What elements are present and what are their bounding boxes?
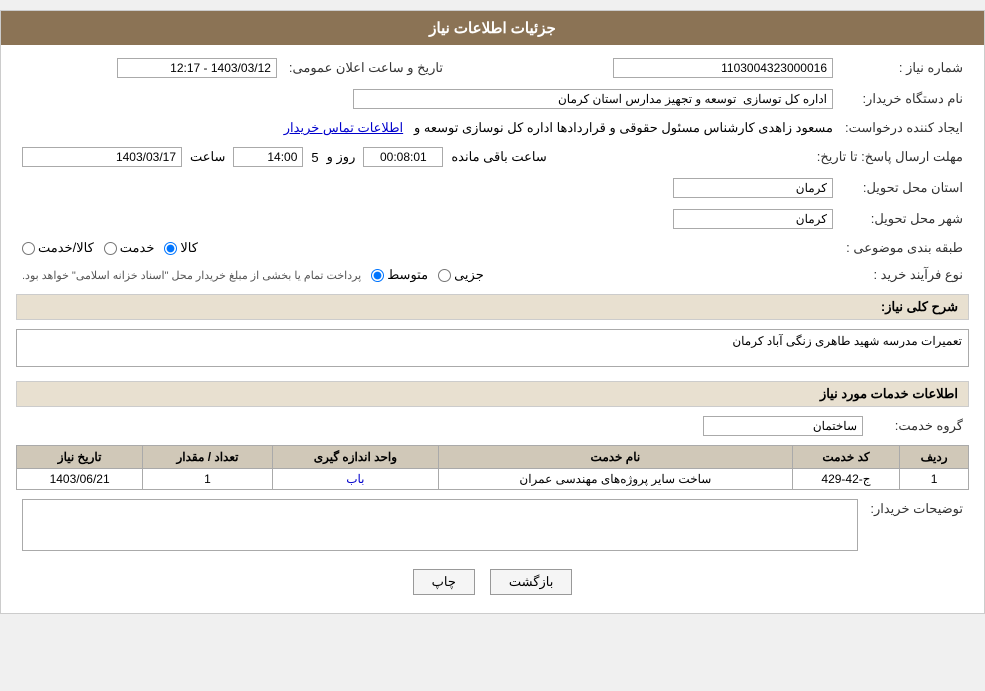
table-row: 1 ج-42-429 ساخت سایر پروژه‌های مهندسی عم… bbox=[17, 469, 969, 490]
deadline-remaining-label: ساعت باقی مانده bbox=[451, 149, 546, 165]
deadline-label: مهلت ارسال پاسخ: تا تاریخ: bbox=[811, 144, 969, 170]
category-label-kala-khedmat: کالا/خدمت bbox=[38, 240, 94, 256]
deadline-time-input[interactable] bbox=[233, 147, 303, 167]
deadline-remaining-input[interactable] bbox=[363, 147, 443, 167]
cell-quantity: 1 bbox=[143, 469, 273, 490]
process-radio-jozii[interactable] bbox=[438, 269, 451, 282]
cell-service-code: ج-42-429 bbox=[792, 469, 899, 490]
page-wrapper: جزئیات اطلاعات نیاز شماره نیاز : تاریخ و… bbox=[0, 10, 985, 614]
th-quantity: تعداد / مقدار bbox=[143, 446, 273, 469]
service-group-input[interactable] bbox=[703, 416, 863, 436]
description-textarea[interactable] bbox=[16, 329, 969, 367]
category-item-kala: کالا bbox=[164, 240, 198, 256]
process-label-jozii: جزیی bbox=[454, 267, 484, 283]
category-item-kala-khedmat: کالا/خدمت bbox=[22, 240, 94, 256]
buyer-org-input[interactable] bbox=[353, 89, 833, 109]
category-item-khedmat: خدمت bbox=[104, 240, 155, 256]
deadline-time-label: ساعت bbox=[190, 149, 225, 165]
th-service-name: نام خدمت bbox=[438, 446, 792, 469]
buttons-row: بازگشت چاپ bbox=[16, 569, 969, 595]
cell-date: 1403/06/21 bbox=[17, 469, 143, 490]
category-radio-kala-khedmat[interactable] bbox=[22, 242, 35, 255]
info-table-row6: شهر محل تحویل: bbox=[16, 206, 969, 232]
cell-service-name: ساخت سایر پروژه‌های مهندسی عمران bbox=[438, 469, 792, 490]
buyer-org-label: نام دستگاه خریدار: bbox=[839, 86, 969, 112]
category-label: طبقه بندی موضوعی : bbox=[839, 237, 969, 259]
th-service-code: کد خدمت bbox=[792, 446, 899, 469]
description-table: (function(){ var el = document.querySele… bbox=[16, 326, 969, 373]
buyer-notes-table: توضیحات خریدار: bbox=[16, 496, 969, 557]
publish-input[interactable] bbox=[117, 58, 277, 78]
publish-label: تاریخ و ساعت اعلان عمومی: bbox=[283, 55, 449, 81]
cell-row-num: 1 bbox=[900, 469, 969, 490]
process-item-motavasset: متوسط bbox=[371, 267, 428, 283]
info-table-row5: استان محل تحویل: bbox=[16, 175, 969, 201]
description-section-title: شرح کلی نیاز: bbox=[16, 294, 969, 320]
province-input[interactable] bbox=[673, 178, 833, 198]
service-group-label: گروه خدمت: bbox=[869, 413, 969, 439]
th-unit: واحد اندازه گیری bbox=[272, 446, 438, 469]
cell-unit: باب bbox=[272, 469, 438, 490]
th-row-num: ردیف bbox=[900, 446, 969, 469]
buyer-notes-textarea[interactable] bbox=[22, 499, 858, 551]
process-radio-group: پرداخت تمام یا بخشی از مبلغ خریدار محل "… bbox=[22, 267, 833, 283]
back-button[interactable]: بازگشت bbox=[490, 569, 572, 595]
print-button[interactable]: چاپ bbox=[413, 569, 475, 595]
process-radio-motavasset[interactable] bbox=[371, 269, 384, 282]
city-label: شهر محل تحویل: bbox=[839, 206, 969, 232]
process-note: پرداخت تمام یا بخشی از مبلغ خریدار محل "… bbox=[22, 269, 361, 282]
deadline-date-input[interactable] bbox=[22, 147, 182, 167]
province-label: استان محل تحویل: bbox=[839, 175, 969, 201]
page-title: جزئیات اطلاعات نیاز bbox=[429, 20, 556, 37]
city-input[interactable] bbox=[673, 209, 833, 229]
deadline-days: 5 bbox=[311, 150, 318, 165]
services-table: ردیف کد خدمت نام خدمت واحد اندازه گیری ت… bbox=[16, 445, 969, 490]
info-table-row4: مهلت ارسال پاسخ: تا تاریخ: ساعت 5 روز و … bbox=[16, 144, 969, 170]
category-radio-khedmat[interactable] bbox=[104, 242, 117, 255]
info-table-row8: نوع فرآیند خرید : پرداخت تمام یا بخشی از… bbox=[16, 264, 969, 286]
info-table-row3: ایجاد کننده درخواست: مسعود زاهدی کارشناس… bbox=[16, 117, 969, 139]
creator-label: ایجاد کننده درخواست: bbox=[839, 117, 969, 139]
deadline-days-label: روز و bbox=[327, 149, 356, 165]
process-label-motavasset: متوسط bbox=[387, 267, 428, 283]
services-section-title: اطلاعات خدمات مورد نیاز bbox=[16, 381, 969, 407]
creator-value: مسعود زاهدی کارشناس مسئول حقوقی و قراردا… bbox=[414, 120, 833, 135]
service-group-table: گروه خدمت: bbox=[16, 413, 969, 439]
info-table-row7: طبقه بندی موضوعی : کالا/خدمت خدمت کالا bbox=[16, 237, 969, 259]
category-label-kala: کالا bbox=[180, 240, 198, 256]
category-label-khedmat: خدمت bbox=[120, 240, 155, 256]
niyaz-number-input[interactable] bbox=[613, 58, 833, 78]
content-area: شماره نیاز : تاریخ و ساعت اعلان عمومی: ن… bbox=[1, 45, 984, 613]
process-label: نوع فرآیند خرید : bbox=[839, 264, 969, 286]
category-radio-group: کالا/خدمت خدمت کالا bbox=[22, 240, 833, 256]
th-date: تاریخ نیاز bbox=[17, 446, 143, 469]
info-table-row1: شماره نیاز : تاریخ و ساعت اعلان عمومی: bbox=[16, 55, 969, 81]
buyer-notes-label: توضیحات خریدار: bbox=[864, 496, 969, 557]
category-radio-kala[interactable] bbox=[164, 242, 177, 255]
creator-link[interactable]: اطلاعات تماس خریدار bbox=[284, 120, 403, 135]
process-item-jozii: جزیی bbox=[438, 267, 484, 283]
page-header: جزئیات اطلاعات نیاز bbox=[1, 11, 984, 45]
info-table-row2: نام دستگاه خریدار: bbox=[16, 86, 969, 112]
niyaz-number-label: شماره نیاز : bbox=[839, 55, 969, 81]
